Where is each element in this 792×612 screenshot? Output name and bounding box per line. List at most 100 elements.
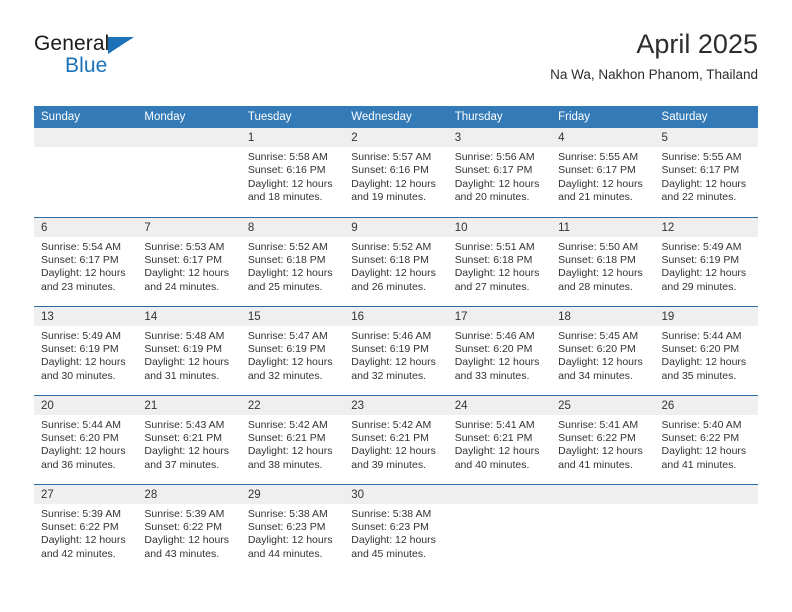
sunrise-time: Sunrise: 5:48 AM xyxy=(144,329,225,342)
calendar-day-cell[interactable]: 29 Sunrise: 5:38 AM Sunset: 6:23 PM Dayligh… xyxy=(240,483,345,573)
day-number: 15 xyxy=(240,306,345,326)
generalblue-logo[interactable]: General Blue xyxy=(34,32,214,90)
sunset-time: Sunset: 6:16 PM xyxy=(351,164,429,177)
daylight-duration-line1: Daylight: 12 hours xyxy=(144,445,230,458)
calendar-day-cell[interactable]: 21 Sunrise: 5:43 AM Sunset: 6:21 PM Dayligh… xyxy=(137,394,241,484)
day-details: Sunrise: 5:54 AM Sunset: 6:17 PM Daylight:… xyxy=(34,237,137,295)
calendar-day-cell[interactable]: 14 Sunrise: 5:48 AM Sunset: 6:19 PM Dayligh… xyxy=(137,305,241,395)
day-number: 9 xyxy=(344,217,448,237)
calendar-day-cell[interactable]: 23 Sunrise: 5:42 AM Sunset: 6:21 PM Dayligh… xyxy=(344,394,448,484)
sunset-time: Sunset: 6:17 PM xyxy=(558,164,636,177)
daylight-duration-line1: Daylight: 12 hours xyxy=(454,356,540,369)
calendar-day-cell[interactable]: 28 Sunrise: 5:39 AM Sunset: 6:22 PM Dayligh… xyxy=(137,483,241,573)
calendar-day-cell[interactable]: 12 Sunrise: 5:49 AM Sunset: 6:19 PM Dayligh… xyxy=(654,216,758,306)
sunrise-time: Sunrise: 5:39 AM xyxy=(41,507,121,520)
calendar-day-cell[interactable]: 9 Sunrise: 5:52 AM Sunset: 6:18 PM Daylight… xyxy=(344,216,448,306)
sunset-time: Sunset: 6:23 PM xyxy=(247,520,326,533)
day-details: Sunrise: 5:47 AM Sunset: 6:19 PM Daylight:… xyxy=(241,326,344,384)
day-number: 28 xyxy=(137,484,241,504)
calendar-day-cell[interactable]: 1 Sunrise: 5:58 AM Sunset: 6:16 PM Daylight… xyxy=(240,128,345,217)
calendar-day-cell[interactable]: 15 Sunrise: 5:47 AM Sunset: 6:19 PM Dayligh… xyxy=(240,305,345,395)
calendar-day-cell[interactable]: 4 Sunrise: 5:55 AM Sunset: 6:17 PM Daylight… xyxy=(551,128,655,217)
day-number: 22 xyxy=(240,395,345,415)
daylight-duration-line2: and 42 minutes. xyxy=(41,547,116,560)
sunset-time: Sunset: 6:21 PM xyxy=(247,431,326,444)
daylight-duration-line2: and 43 minutes. xyxy=(144,547,220,560)
daylight-duration-line1: Daylight: 12 hours xyxy=(454,267,540,280)
calendar-day-cell[interactable]: 17 Sunrise: 5:46 AM Sunset: 6:20 PM Dayligh… xyxy=(447,305,552,395)
calendar-day-cell[interactable]: 20 Sunrise: 5:44 AM Sunset: 6:20 PM Dayligh… xyxy=(34,394,138,484)
sunrise-time: Sunrise: 5:52 AM xyxy=(351,240,432,253)
calendar-day-cell[interactable]: 6 Sunrise: 5:54 AM Sunset: 6:17 PM Daylight… xyxy=(34,216,138,306)
daylight-duration-line1: Daylight: 12 hours xyxy=(661,356,747,369)
calendar-day-cell[interactable]: 22 Sunrise: 5:42 AM Sunset: 6:21 PM Dayligh… xyxy=(240,394,345,484)
calendar-day-cell[interactable]: 19 Sunrise: 5:44 AM Sunset: 6:20 PM Dayligh… xyxy=(654,305,758,395)
calendar-day-cell[interactable]: 18 Sunrise: 5:45 AM Sunset: 6:20 PM Dayligh… xyxy=(551,305,655,395)
calendar-day-cell-empty xyxy=(34,128,138,217)
sunset-time: Sunset: 6:20 PM xyxy=(454,342,533,355)
daylight-duration-line1: Daylight: 12 hours xyxy=(144,356,230,369)
daylight-duration-line2: and 41 minutes. xyxy=(558,458,633,471)
sunrise-time: Sunrise: 5:44 AM xyxy=(41,418,121,431)
sunset-time: Sunset: 6:18 PM xyxy=(454,253,533,266)
day-number: 11 xyxy=(551,217,655,237)
day-number: 5 xyxy=(654,128,758,147)
calendar-day-cell[interactable]: 11 Sunrise: 5:50 AM Sunset: 6:18 PM Dayligh… xyxy=(551,216,655,306)
calendar-day-cell[interactable]: 8 Sunrise: 5:52 AM Sunset: 6:18 PM Daylight… xyxy=(240,216,345,306)
day-number xyxy=(137,128,241,147)
day-number: 26 xyxy=(654,395,758,415)
daylight-duration-line2: and 24 minutes. xyxy=(144,280,220,293)
calendar-day-cell[interactable]: 26 Sunrise: 5:40 AM Sunset: 6:22 PM Dayligh… xyxy=(654,394,758,484)
daylight-duration-line1: Daylight: 12 hours xyxy=(661,267,747,280)
day-details: Sunrise: 5:46 AM Sunset: 6:20 PM Daylight:… xyxy=(448,326,551,384)
sunset-time: Sunset: 6:17 PM xyxy=(454,164,533,177)
logo-text-blue: Blue xyxy=(65,54,108,77)
day-details: Sunrise: 5:44 AM Sunset: 6:20 PM Daylight:… xyxy=(34,415,137,473)
day-details: Sunrise: 5:50 AM Sunset: 6:18 PM Daylight:… xyxy=(551,237,654,295)
day-number: 10 xyxy=(447,217,552,237)
sunset-time: Sunset: 6:20 PM xyxy=(41,431,119,444)
sunrise-time: Sunrise: 5:54 AM xyxy=(41,240,121,253)
day-details: Sunrise: 5:43 AM Sunset: 6:21 PM Daylight:… xyxy=(137,415,240,473)
sunset-time: Sunset: 6:19 PM xyxy=(661,253,740,266)
daylight-duration-line1: Daylight: 12 hours xyxy=(41,356,126,369)
day-number: 8 xyxy=(240,217,345,237)
day-number: 16 xyxy=(344,306,448,326)
daylight-duration-line2: and 32 minutes. xyxy=(247,369,323,382)
daylight-duration-line2: and 23 minutes. xyxy=(41,280,116,293)
daylight-duration-line1: Daylight: 12 hours xyxy=(41,267,126,280)
sunrise-time: Sunrise: 5:49 AM xyxy=(661,240,742,253)
calendar-day-cell[interactable]: 3 Sunrise: 5:56 AM Sunset: 6:17 PM Daylight… xyxy=(447,128,552,217)
sunrise-time: Sunrise: 5:46 AM xyxy=(454,329,535,342)
daylight-duration-line1: Daylight: 12 hours xyxy=(351,177,436,190)
sunset-time: Sunset: 6:20 PM xyxy=(661,342,740,355)
calendar-page: General Blue April 2025 Na Wa, Nakhon Ph… xyxy=(0,0,792,612)
calendar-day-cell[interactable]: 2 Sunrise: 5:57 AM Sunset: 6:16 PM Daylight… xyxy=(344,128,448,217)
calendar-day-cell[interactable]: 13 Sunrise: 5:49 AM Sunset: 6:19 PM Dayligh… xyxy=(34,305,138,395)
daylight-duration-line2: and 35 minutes. xyxy=(661,369,737,382)
sunset-time: Sunset: 6:22 PM xyxy=(41,520,119,533)
logo-text-general: General xyxy=(34,32,110,55)
calendar-body: 1 Sunrise: 5:58 AM Sunset: 6:16 PM Daylight… xyxy=(34,128,758,573)
calendar-week-row: 6 Sunrise: 5:54 AM Sunset: 6:17 PM Daylight… xyxy=(34,216,758,306)
calendar-day-cell[interactable]: 30 Sunrise: 5:38 AM Sunset: 6:23 PM Dayligh… xyxy=(344,483,448,573)
sunset-time: Sunset: 6:22 PM xyxy=(144,520,223,533)
calendar-day-cell-empty xyxy=(654,483,758,573)
calendar-day-cell[interactable]: 16 Sunrise: 5:46 AM Sunset: 6:19 PM Dayligh… xyxy=(344,305,448,395)
calendar-day-cell[interactable]: 27 Sunrise: 5:39 AM Sunset: 6:22 PM Dayligh… xyxy=(34,483,138,573)
sunset-time: Sunset: 6:17 PM xyxy=(144,253,223,266)
calendar-day-cell[interactable]: 24 Sunrise: 5:41 AM Sunset: 6:21 PM Dayligh… xyxy=(447,394,552,484)
daylight-duration-line2: and 20 minutes. xyxy=(454,191,530,204)
daylight-duration-line2: and 32 minutes. xyxy=(351,369,426,382)
daylight-duration-line2: and 36 minutes. xyxy=(41,458,116,471)
calendar-day-cell[interactable]: 5 Sunrise: 5:55 AM Sunset: 6:17 PM Daylight… xyxy=(654,128,758,217)
sunrise-time: Sunrise: 5:51 AM xyxy=(454,240,535,253)
calendar-day-cell[interactable]: 7 Sunrise: 5:53 AM Sunset: 6:17 PM Daylight… xyxy=(137,216,241,306)
daylight-duration-line1: Daylight: 12 hours xyxy=(558,267,643,280)
calendar-day-cell[interactable]: 25 Sunrise: 5:41 AM Sunset: 6:22 PM Dayligh… xyxy=(551,394,655,484)
sunrise-time: Sunrise: 5:46 AM xyxy=(351,329,432,342)
sunrise-time: Sunrise: 5:43 AM xyxy=(144,418,225,431)
calendar-day-cell[interactable]: 10 Sunrise: 5:51 AM Sunset: 6:18 PM Dayligh… xyxy=(447,216,552,306)
calendar-day-cell-empty xyxy=(137,128,241,217)
calendar-day-cell-empty xyxy=(447,483,552,573)
